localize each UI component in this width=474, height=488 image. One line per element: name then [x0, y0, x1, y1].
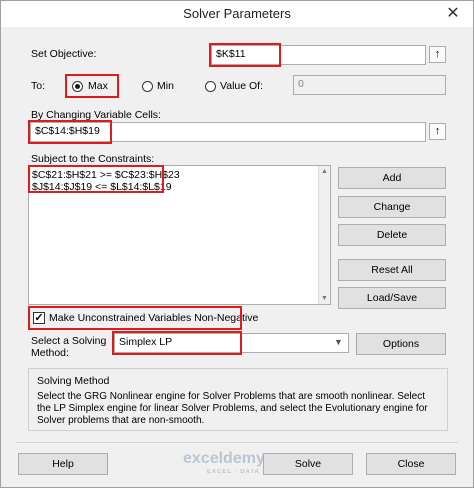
load-save-button[interactable]: Load/Save — [338, 287, 446, 309]
constraints-highlight — [28, 165, 164, 193]
window-title: Solver Parameters — [183, 6, 291, 21]
solving-method-label-line2: Method: — [31, 347, 69, 359]
help-button[interactable]: Help — [18, 453, 108, 475]
add-button[interactable]: Add — [338, 167, 446, 189]
value-of-radio[interactable] — [205, 81, 216, 92]
watermark-logo: exceldemy — [183, 450, 265, 467]
separator — [16, 442, 458, 443]
collapse-up-arrow-icon[interactable]: ↑ — [429, 46, 446, 63]
solving-method-highlight — [112, 331, 242, 355]
nonnegative-highlight — [28, 306, 242, 330]
set-objective-label: Set Objective: — [31, 48, 97, 60]
min-label: Min — [157, 80, 174, 92]
chevron-down-icon[interactable]: ▼ — [334, 337, 343, 347]
solving-method-label-line1: Select a Solving — [31, 335, 107, 347]
value-of-label: Value Of: — [220, 80, 263, 92]
close-button[interactable]: Close — [366, 453, 456, 475]
to-label: To: — [31, 80, 46, 92]
scroll-down-icon[interactable]: ▼ — [319, 295, 330, 302]
constraints-scrollbar[interactable]: ▲ ▼ — [318, 166, 330, 304]
solving-method-description: Select the GRG Nonlinear engine for Solv… — [37, 391, 428, 426]
value-of-input[interactable]: 0 — [293, 75, 446, 95]
collapse-up-arrow-icon[interactable]: ↑ — [429, 123, 446, 140]
constraints-label: Subject to the Constraints: — [31, 153, 155, 165]
solver-parameters-window: Solver Parameters ✕ Set Objective: $K$11… — [0, 0, 474, 488]
change-button[interactable]: Change — [338, 196, 446, 218]
solving-method-title: Solving Method — [37, 375, 110, 387]
objective-highlight — [209, 43, 281, 67]
options-button[interactable]: Options — [356, 333, 446, 355]
delete-button[interactable]: Delete — [338, 224, 446, 246]
changing-cells-highlight — [28, 120, 112, 144]
scroll-up-icon[interactable]: ▲ — [319, 168, 330, 175]
min-radio[interactable] — [142, 81, 153, 92]
solve-button[interactable]: Solve — [263, 453, 353, 475]
max-highlight — [65, 74, 119, 98]
title-bar: Solver Parameters ✕ — [1, 1, 473, 27]
solving-method-group: Solving Method Select the GRG Nonlinear … — [28, 368, 448, 431]
close-window-icon[interactable]: ✕ — [433, 1, 473, 27]
reset-all-button[interactable]: Reset All — [338, 259, 446, 281]
